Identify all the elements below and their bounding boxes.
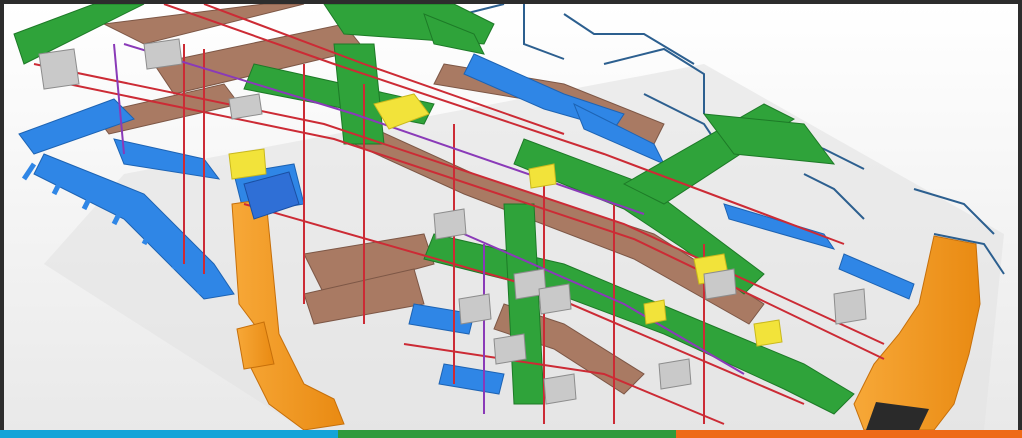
footer-stripe-orange xyxy=(676,430,1022,438)
footer-stripe-blue xyxy=(0,430,338,438)
footer-stripe-green xyxy=(338,430,676,438)
image-frame xyxy=(0,0,1022,438)
mep-model-render xyxy=(4,4,1018,430)
building-services-illustration xyxy=(4,4,1018,430)
footer-color-bar xyxy=(0,430,1022,438)
